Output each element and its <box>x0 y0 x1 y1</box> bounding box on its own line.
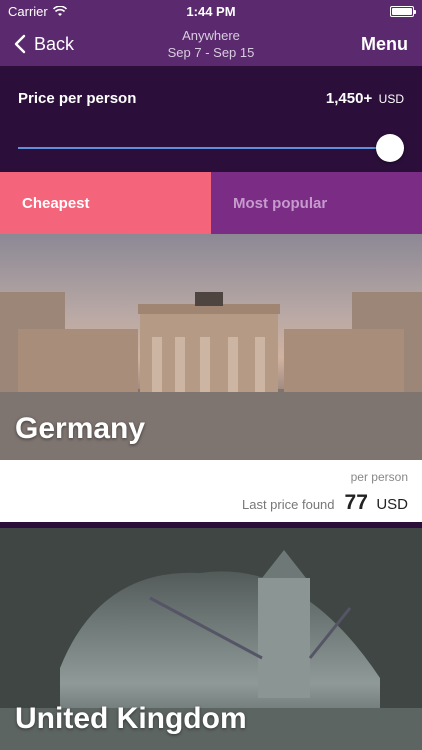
last-price-label: Last price found <box>242 497 335 512</box>
status-bar: Carrier 1:44 PM <box>0 0 422 22</box>
sort-tabs: Cheapest Most popular <box>0 172 422 234</box>
tab-cheapest-label: Cheapest <box>22 194 90 212</box>
slider-thumb[interactable] <box>376 134 404 162</box>
price-row: Price per person 1,450+ USD <box>18 90 404 108</box>
price-value: 1,450+ <box>325 90 373 107</box>
price-readout: 1,450+ USD <box>326 90 404 108</box>
battery-fill <box>392 7 412 15</box>
price-currency: USD <box>376 496 408 513</box>
battery-icon <box>390 5 416 17</box>
tab-popular-label: Most popular <box>233 194 328 212</box>
price-filter: Price per person 1,450+ USD <box>0 66 422 172</box>
nav-bar: Back Anywhere Sep 7 - Sep 15 Menu <box>0 22 422 66</box>
tab-cheapest[interactable]: Cheapest <box>0 172 211 234</box>
chevron-left-icon <box>14 34 26 54</box>
nav-title: Anywhere <box>182 28 240 43</box>
price-card-germany[interactable]: per person Last price found 77 USD <box>0 460 422 522</box>
price-label: Price per person <box>18 90 137 107</box>
price-slider[interactable] <box>18 134 404 162</box>
nav-dates: Sep 7 - Sep 15 <box>167 45 255 60</box>
menu-button[interactable]: Menu <box>361 34 408 55</box>
tab-most-popular[interactable]: Most popular <box>211 172 422 234</box>
price-unit: USD <box>378 92 404 106</box>
status-left: Carrier <box>8 4 67 19</box>
destination-card-germany[interactable]: Germany <box>0 234 422 460</box>
per-person-label: per person <box>350 470 408 484</box>
price-amount: 77 USD <box>345 491 408 515</box>
price-number: 77 <box>344 491 368 514</box>
back-label: Back <box>34 33 75 54</box>
back-button[interactable]: Back <box>14 34 74 55</box>
wifi-icon <box>52 5 67 16</box>
slider-track <box>18 147 404 149</box>
nav-title-group: Anywhere Sep 7 - Sep 15 <box>168 27 255 61</box>
destination-name: United Kingdom <box>15 702 247 735</box>
destination-name: Germany <box>15 412 146 445</box>
destination-card-united-kingdom[interactable]: United Kingdom <box>0 528 422 750</box>
status-time: 1:44 PM <box>186 4 236 19</box>
carrier-label: Carrier <box>8 3 48 19</box>
price-line: Last price found 77 USD <box>242 491 408 515</box>
